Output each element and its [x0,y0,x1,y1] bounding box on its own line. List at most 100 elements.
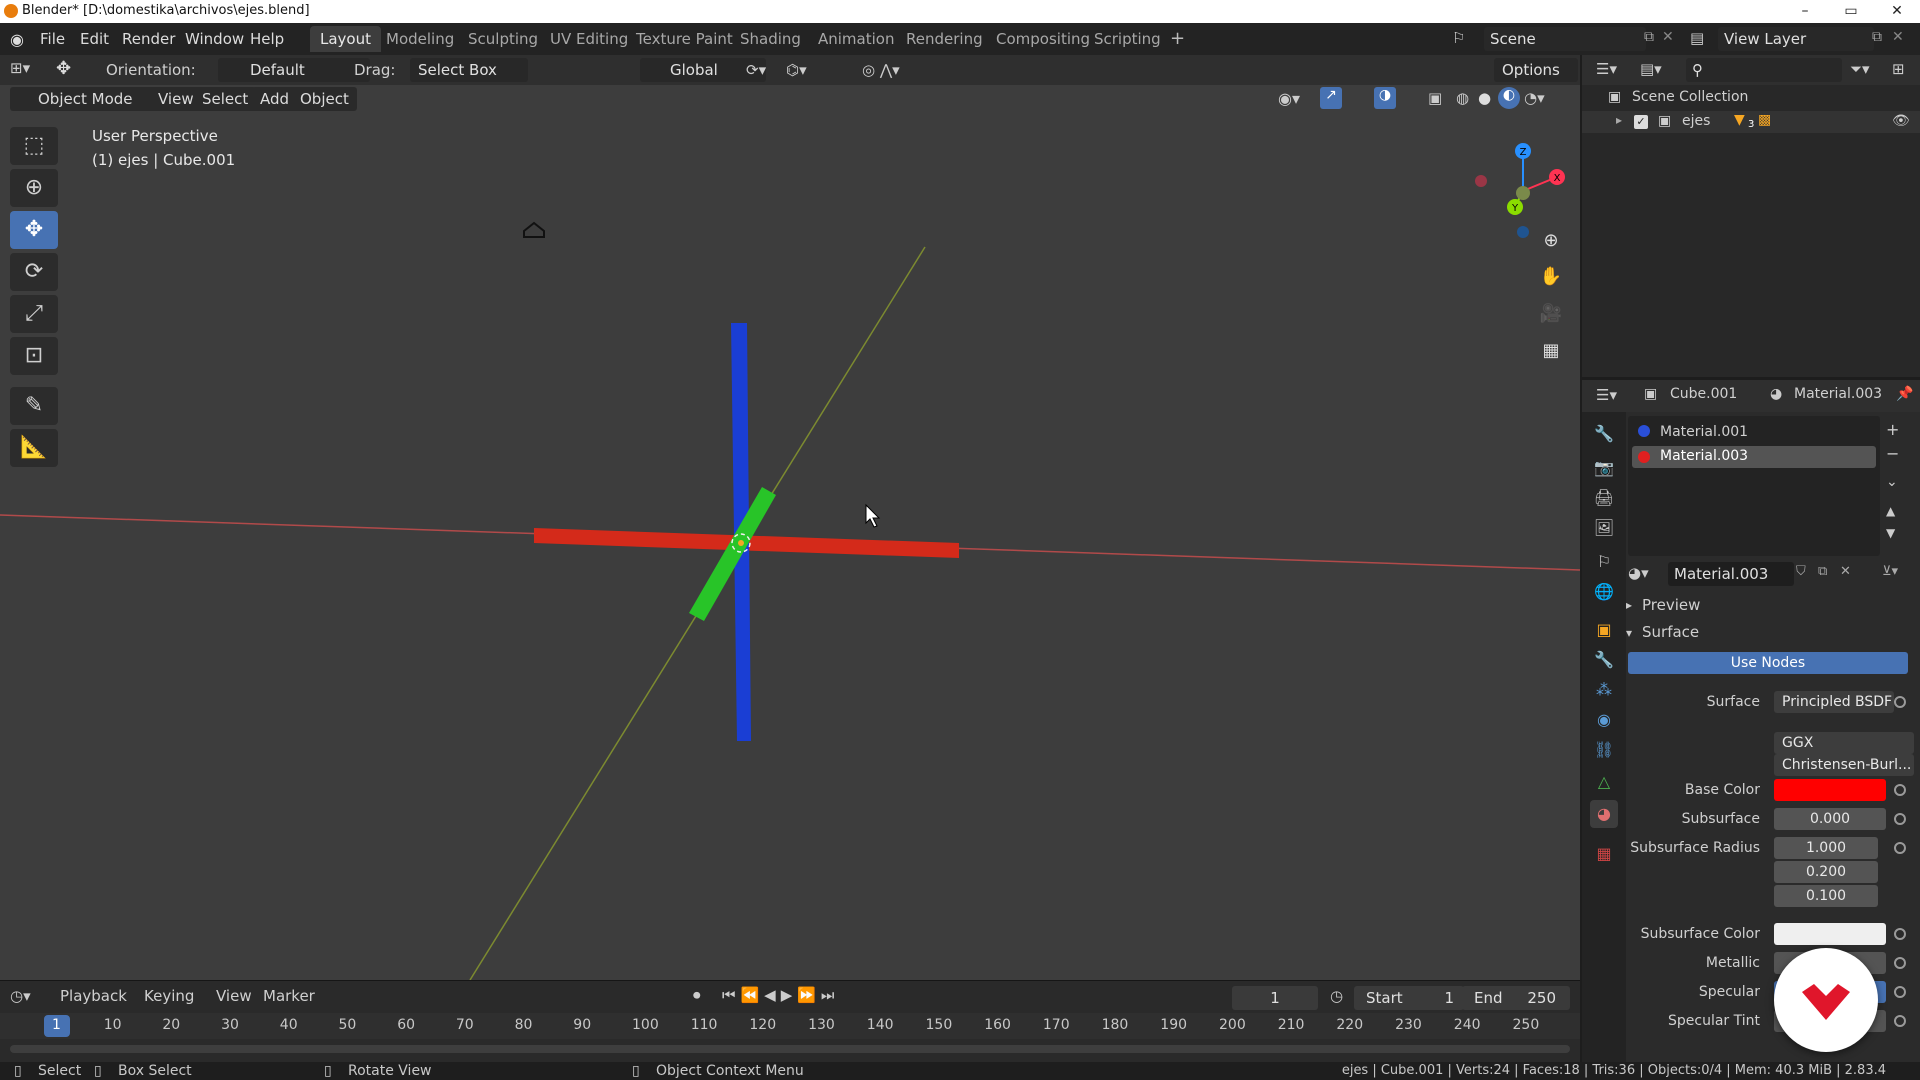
rotate-tool[interactable]: ⟳ [10,253,58,291]
scene-collection-label[interactable]: Scene Collection [1632,89,1748,105]
collection-label[interactable]: ejes [1682,113,1710,129]
surface-collapse-icon[interactable]: ▾ [1626,626,1632,640]
tab-rendering[interactable]: Rendering [896,26,993,52]
slot-specials-icon[interactable]: ⌄ [1886,474,1898,490]
timeline-scrollbar[interactable] [10,1045,1570,1053]
subsurface-color-link-icon[interactable] [1894,928,1906,940]
playback-controls-icon[interactable]: ⏮⏪◀▶⏩⏭ [722,986,839,1004]
timeline-editor-icon[interactable]: ◷▾ [10,987,31,1005]
measure-tool[interactable]: 📐 [10,429,58,467]
display-mode-icon[interactable]: ▤▾ [1640,60,1662,78]
playback-menu[interactable]: Playback [60,987,127,1005]
annotate-tool[interactable]: ✎ [10,387,58,425]
preview-collapse-icon[interactable]: ▸ [1626,598,1632,612]
texture-tab-icon[interactable]: ▦ [1590,840,1618,868]
eye-icon[interactable]: 👁 [1892,113,1910,129]
base-color-swatch[interactable] [1774,779,1886,801]
tool-tab-icon[interactable]: 🔧 [1590,420,1618,448]
scene-icon[interactable]: ⚐ [1452,29,1465,47]
constraints-tab-icon[interactable]: ⛓ [1590,736,1618,764]
ortho-grid-icon[interactable]: ▦ [1535,335,1567,367]
base-color-link-icon[interactable] [1894,784,1906,796]
pan-hand-icon[interactable]: ✋ [1535,261,1567,293]
blender-menu-icon[interactable]: ◉ [10,30,30,49]
material-slot-1[interactable]: Material.001 [1632,422,1876,444]
surface-panel-header[interactable]: Surface [1642,623,1699,641]
view-menu-timeline[interactable]: View [216,987,252,1005]
tab-layout[interactable]: Layout [310,26,381,52]
object-data-tab-icon[interactable]: △ [1590,768,1618,796]
modifier-tab-icon[interactable]: 🔧 [1590,646,1618,674]
fake-user-icon[interactable]: ⛉ [1796,564,1806,579]
tab-texture-paint[interactable]: Texture Paint [626,26,743,52]
menu-render[interactable]: Render [122,30,175,48]
transform-tool[interactable]: ⊡ [10,337,58,375]
start-frame-field[interactable]: Start 1 [1354,986,1464,1010]
material-name-field[interactable]: Material.003 [1668,562,1794,586]
current-frame-field[interactable]: 1 [1232,986,1318,1010]
add-workspace-icon[interactable]: + [1170,28,1190,50]
marker-menu[interactable]: Marker [263,987,315,1005]
tab-modeling[interactable]: Modeling [376,26,464,52]
camera-view-icon[interactable]: 🎥 [1535,298,1567,330]
particles-tab-icon[interactable]: ⁂ [1590,676,1618,704]
subsurface-method-dropdown[interactable]: Christensen-Burl... [1774,754,1914,776]
subsurface-radius-z[interactable]: 0.100 [1774,885,1878,907]
tab-uv-editing[interactable]: UV Editing [540,26,638,52]
browse-material-icon[interactable]: ◕▾ [1628,564,1649,582]
delete-view-layer-icon[interactable]: ✕ [1892,29,1904,45]
object-tab-icon[interactable]: ▣ [1590,616,1618,644]
new-view-layer-icon[interactable]: ⧉ [1872,29,1882,45]
specular-link-icon[interactable] [1894,986,1906,998]
scene-field[interactable]: Scene [1484,27,1646,51]
render-tab-icon[interactable]: 📷 [1590,454,1618,482]
menu-edit[interactable]: Edit [80,30,109,48]
subsurface-radius-link-icon[interactable] [1894,842,1906,854]
expand-arrow-icon[interactable]: ▸ [1616,113,1622,127]
exclude-checkbox[interactable]: ✓ [1634,115,1648,129]
3d-viewport[interactable]: ⊞▾ ✥ Orientation: Default Drag: Select B… [0,55,1580,980]
new-collection-icon[interactable]: ⊞ [1892,60,1905,78]
material-link-icon[interactable]: ⊻▾ [1882,564,1898,579]
keying-menu[interactable]: Keying [144,987,194,1005]
distribution-dropdown[interactable]: GGX [1774,732,1914,754]
tab-shading[interactable]: Shading [730,26,811,52]
remove-slot-icon[interactable]: − [1886,444,1899,463]
move-down-icon[interactable]: ▼ [1886,526,1895,540]
menu-file[interactable]: File [40,30,65,48]
subsurface-field[interactable]: 0.000 [1774,808,1886,830]
metallic-link-icon[interactable] [1894,957,1906,969]
end-frame-field[interactable]: End 250 [1462,986,1570,1010]
delete-scene-icon[interactable]: ✕ [1662,29,1674,45]
subsurface-radius-y[interactable]: 0.200 [1774,861,1878,883]
duplicate-material-icon[interactable]: ⧉ [1818,564,1827,579]
zoom-icon[interactable]: ⊕ [1535,225,1567,257]
filter-icon[interactable]: ⏷▾ [1850,60,1870,78]
tab-scripting[interactable]: Scripting [1084,26,1171,52]
material-tab-icon[interactable]: ◕ [1590,800,1618,828]
scale-tool[interactable]: ⤢ [10,295,58,333]
record-icon[interactable]: ⏺ [693,986,701,1004]
subsurface-link-icon[interactable] [1894,813,1906,825]
material-slot-2[interactable]: Material.003 [1632,446,1876,468]
specular-tint-link-icon[interactable] [1894,1015,1906,1027]
subsurface-color-swatch[interactable] [1774,923,1886,945]
menu-help[interactable]: Help [250,30,284,48]
preview-panel-header[interactable]: Preview [1642,596,1700,614]
surface-shader-field[interactable]: Principled BSDF [1774,691,1894,713]
new-scene-icon[interactable]: ⧉ [1644,29,1654,45]
move-tool[interactable]: ✥ [10,211,58,249]
tab-compositing[interactable]: Compositing [986,26,1100,52]
output-tab-icon[interactable]: 🖨 [1590,484,1618,512]
clock-icon[interactable]: ◷ [1330,987,1343,1005]
view-layer-field[interactable]: View Layer [1718,27,1874,51]
outliner-editor-icon[interactable]: ☰▾ [1596,60,1617,78]
pin-icon[interactable]: 📌 [1896,386,1913,402]
scene-tab-icon[interactable]: ⚐ [1590,548,1618,576]
maximize-button[interactable]: ▭ [1828,0,1874,23]
cursor-tool[interactable]: ⊕ [10,169,58,207]
properties-editor-icon[interactable]: ☰▾ [1596,386,1617,404]
unlink-material-icon[interactable]: ✕ [1840,564,1851,579]
physics-tab-icon[interactable]: ◉ [1590,706,1618,734]
tab-animation[interactable]: Animation [808,26,904,52]
